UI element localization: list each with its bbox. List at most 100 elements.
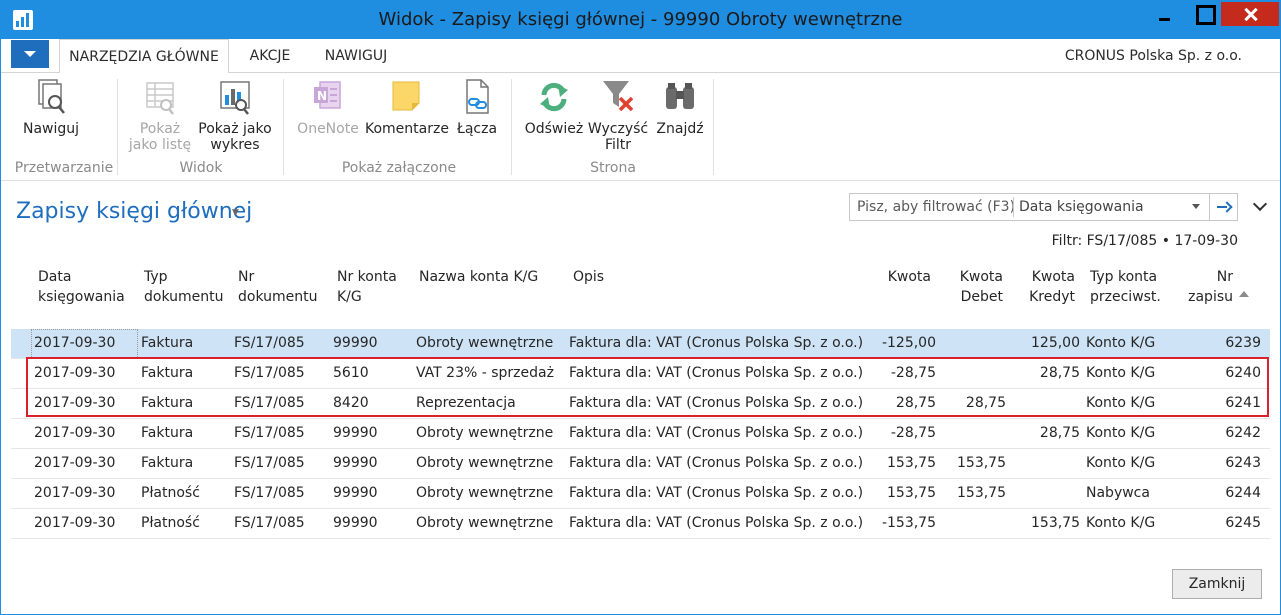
cell-typ-dokumentu: Faktura [141,395,194,411]
table-row[interactable]: 2017-09-30 Faktura FS/17/085 99990 Obroty we… [11,449,1270,479]
wyczysc-filtr-button[interactable]: Wyczyść Filtr [585,77,651,153]
title-bar: Widok - Zapisy księgi głównej - 99990 Ob… [1,1,1280,39]
page-title[interactable]: Zapisy księgi głównej [16,199,252,224]
cell-kwota-kredyt: 125,00 [1031,335,1080,351]
wyczysc-label-1: Wyczyść [587,121,649,137]
pokaz-jako-liste-button[interactable]: Pokaż jako listę [123,77,197,153]
nawiguj-button[interactable]: Nawiguj [15,77,87,137]
window: Widok - Zapisy księgi głównej - 99990 Ob… [0,0,1281,615]
cell-kwota: -153,75 [881,515,936,531]
cell-nazwa-konta: Obroty wewnętrzne [416,335,554,351]
col-header-nr-dokumentu[interactable]: Nr dokumentu [238,267,318,307]
window-title: Widok - Zapisy księgi głównej - 99990 Ob… [378,9,903,30]
cell-typ-dokumentu: Faktura [141,425,194,441]
maximize-button[interactable] [1184,2,1222,26]
lacza-label: Łącza [456,121,498,137]
komentarze-button[interactable]: Komentarze [365,77,449,137]
tab-nawiguj[interactable]: NAWIGUJ [311,39,401,73]
table-row[interactable]: 2017-09-30 Płatność FS/17/085 99990 Obroty w… [11,479,1270,509]
cell-data: 2017-09-30 [34,515,116,531]
col-header-nr-zapisu[interactable]: Nr zapisu [1171,267,1233,307]
table-row[interactable]: 2017-09-30 Faktura FS/17/085 99990 Obroty we… [11,329,1270,359]
minimize-button[interactable] [1145,2,1183,26]
col-header-kwota[interactable]: Kwota [861,267,931,287]
onenote-label: OneNote [297,121,359,137]
cell-data: 2017-09-30 [34,395,116,411]
cell-typ-konta: Konto K/G [1086,455,1156,471]
cell-kwota-debet [936,329,1006,358]
cell-nr-konta: 8420 [333,395,369,411]
cell-nr-zapisu: 6240 [1225,365,1261,381]
filter-dropdown-icon[interactable] [1192,204,1200,209]
cell-typ-konta: Konto K/G [1086,425,1156,441]
tab-akcje[interactable]: AKCJE [237,39,303,73]
chart-view-icon [217,77,253,117]
cell-kwota-kredyt: 28,75 [1039,425,1080,441]
znajdz-button[interactable]: Znajdź [653,77,707,137]
col-header-nr-konta[interactable]: Nr konta K/G [337,267,397,307]
lacza-button[interactable]: Łącza [451,77,503,137]
cell-nr-dokumentu: FS/17/085 [234,515,305,531]
cell-typ-dokumentu: Płatność [141,515,200,531]
zamknij-button[interactable]: Zamknij [1172,569,1262,599]
cell-opis: Faktura dla: VAT (Cronus Polska Sp. z o.… [569,455,864,471]
cell-opis: Faktura dla: VAT (Cronus Polska Sp. z o.… [569,515,864,531]
ribbon: Nawiguj Przetwarzanie Pokaż jako listę P… [1,73,1280,181]
sort-ascending-icon[interactable] [1239,291,1249,297]
title-dropdown-icon[interactable]: ▼ [232,208,239,218]
cell-nr-dokumentu: FS/17/085 [234,335,305,351]
odswiez-button[interactable]: Odśwież [523,77,585,137]
filter-field-select[interactable]: Data księgowania [1019,194,1144,220]
cell-typ-konta: Konto K/G [1086,335,1156,351]
col-header-data[interactable]: Data księgowania [38,267,125,307]
table-row[interactable]: 2017-09-30 Płatność FS/17/085 99990 Obroty w… [11,509,1270,539]
wykres-label-2: wykres [210,137,260,153]
cell-nr-konta: 99990 [333,425,378,441]
cell-typ-konta: Nabywca [1086,485,1150,501]
filter-go-arrow-icon[interactable] [1209,194,1237,220]
cell-opis: Faktura dla: VAT (Cronus Polska Sp. z o.… [569,335,864,351]
app-menu-button[interactable] [11,40,49,68]
cell-kwota-debet [936,509,1006,538]
cell-typ-dokumentu: Płatność [141,485,200,501]
cell-kwota-debet: 153,75 [957,485,1006,501]
cell-nr-zapisu: 6245 [1225,515,1261,531]
col-header-typ-konta[interactable]: Typ konta przeciwst. [1090,267,1161,307]
cell-kwota-debet [936,359,1006,388]
tab-narzedzia-glowne[interactable]: NARZĘDZIA GŁÓWNE [59,39,229,74]
cell-nr-zapisu: 6244 [1225,485,1261,501]
table-row[interactable]: 2017-09-30 Faktura FS/17/085 99990 Obroty we… [11,419,1270,449]
cell-nr-konta: 99990 [333,335,378,351]
wykres-label-1: Pokaż jako [198,121,272,137]
col-header-kwota-kredyt[interactable]: Kwota Kredyt [1015,267,1075,307]
cell-nr-konta: 5610 [333,365,369,381]
cell-nr-zapisu: 6239 [1225,335,1261,351]
group-pokaz-zalaczone: Pokaż załączone [341,160,457,176]
cell-kwota-kredyt [1006,389,1080,418]
col-header-opis[interactable]: Opis [573,267,604,287]
chevron-down-icon[interactable] [1254,199,1266,211]
cell-typ-dokumentu: Faktura [141,455,194,471]
cell-kwota-kredyt [1006,449,1080,478]
cell-data: 2017-09-30 [34,365,116,381]
cell-nr-zapisu: 6243 [1225,455,1261,471]
group-przetwarzanie: Przetwarzanie [14,160,114,176]
col-header-typ[interactable]: Typ dokumentu [144,267,224,307]
onenote-button[interactable]: N OneNote [295,77,361,137]
table-row[interactable]: 2017-09-30 Faktura FS/17/085 5610 VAT 23% - … [11,359,1270,389]
clear-filter-icon [600,77,636,117]
col-header-kwota-debet[interactable]: Kwota Debet [941,267,1003,307]
cell-kwota: 153,75 [887,485,936,501]
cell-kwota: -28,75 [890,425,936,441]
company-name[interactable]: CRONUS Polska Sp. z o.o. [1065,39,1242,73]
filter-input[interactable] [850,194,1013,220]
col-header-nazwa-konta[interactable]: Nazwa konta K/G [419,267,538,287]
cell-kwota: 28,75 [895,395,936,411]
pokaz-jako-wykres-button[interactable]: Pokaż jako wykres [197,77,273,153]
table-row[interactable]: 2017-09-30 Faktura FS/17/085 8420 Reprezenta… [11,389,1270,419]
cell-kwota-debet [936,419,1006,448]
close-window-button[interactable] [1221,2,1279,26]
cell-nazwa-konta: Reprezentacja [416,395,516,411]
cell-nr-zapisu: 6242 [1225,425,1261,441]
cell-typ-dokumentu: Faktura [141,335,194,351]
